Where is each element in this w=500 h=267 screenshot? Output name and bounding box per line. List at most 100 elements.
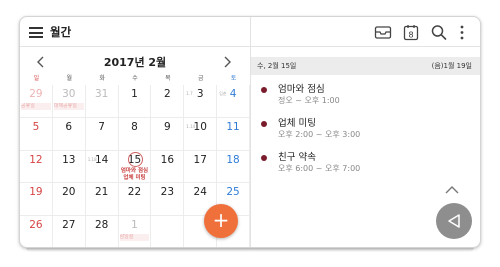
view-title: 월간 [50,25,72,39]
day-cell[interactable]: 22 [118,183,152,217]
lunar-date: 1.18 [87,156,97,162]
day-cell[interactable]: 1 [118,85,152,118]
day-number: 24 [193,186,207,199]
weekday-label: 수 [132,75,138,82]
day-number: 29 [29,88,43,100]
inbox-icon[interactable] [374,24,392,41]
day-cell[interactable]: 18 [217,150,250,184]
day-cell[interactable]: 17 [184,150,218,184]
weekday-label: 목 [165,75,171,82]
search-icon[interactable] [430,24,448,41]
day-number: 16 [160,153,175,166]
chevron-up-icon[interactable] [444,185,460,195]
day-cell[interactable]: 31 [85,85,119,118]
day-cell[interactable]: 8 [118,117,152,151]
day-number: 23 [160,186,175,199]
cell-event-label: 업체 미팅 [123,174,146,181]
agenda-day-header: 수, 2월 15일 (음)1월 19일 [251,57,480,75]
day-number: 13 [62,153,76,166]
event-color-dot [261,155,267,161]
day-number: 6 [65,120,73,133]
day-number: 5 [32,120,40,133]
day-cell[interactable]: 23 [151,183,185,217]
day-number: 18 [226,153,240,166]
weekday-label: 토 [230,75,237,82]
holiday-label: 공휴일 [21,103,51,110]
day-number: 26 [29,219,43,232]
day-cell[interactable]: 5 [20,117,53,151]
day-cell[interactable]: 19 [20,183,53,217]
lunar-date: 1.14 [186,123,196,129]
agenda-event[interactable]: 엄마와 점심 정오 ~ 오후 1:00 [251,77,480,111]
event-color-dot [261,121,267,127]
day-cell[interactable]: 7 [85,117,119,151]
day-cell[interactable]: 11 [217,117,250,151]
day-number: 1 [131,219,138,232]
agenda-event[interactable]: 업체 미팅 오후 2:00 ~ 오후 3:00 [251,111,480,145]
day-cell[interactable]: 6 [52,117,86,151]
day-cell[interactable]: 4 입춘 [217,85,250,118]
weekday-label: 일 [33,75,40,82]
menu-icon[interactable] [29,27,43,38]
calendar-today-icon[interactable]: 8 [402,24,420,41]
month-navigation: 2017년 2월 [20,47,250,75]
event-title: 엄마와 점심 [278,84,325,95]
day-cell[interactable]: 29 공휴일 [20,85,53,118]
day-number: 30 [62,88,76,100]
back-button[interactable] [436,203,472,239]
event-title: 친구 약속 [278,152,316,163]
lunar-date: 입춘 [219,91,227,96]
weekday-label: 월 [66,75,73,82]
event-time: 정오 ~ 오후 1:00 [278,96,340,105]
day-cell[interactable]: 10 1.14 [184,117,218,151]
add-event-button[interactable]: + [204,204,238,238]
day-cell[interactable]: 28 [86,216,119,247]
holiday-label: 삼일절 [119,234,150,242]
day-number: 12 [29,153,43,166]
event-time: 오후 6:00 ~ 오후 7:00 [278,164,361,173]
day-cell[interactable]: 30 대체공휴일 [52,85,86,118]
day-number: 21 [94,186,109,199]
day-cell[interactable]: 14 1.18 [85,150,119,184]
today-indicator [127,151,143,167]
day-number: 19 [29,186,43,199]
day-cell[interactable]: 12 [20,150,53,184]
day-cell[interactable]: 16 [151,150,185,184]
event-color-dot [261,87,267,93]
day-cell[interactable]: 26 [20,216,53,247]
day-cell[interactable]: 21 [85,183,119,217]
agenda-date: 수, 2월 15일 [257,62,297,70]
day-number: 11 [226,120,240,133]
cell-event-label: 엄마와 점심 [120,167,149,174]
weekday-label: 화 [99,75,105,82]
event-time: 오후 2:00 ~ 오후 3:00 [278,130,361,139]
month-title[interactable]: 2017년 2월 [20,54,250,70]
day-number: 1 [131,88,138,100]
day-cell[interactable]: 9 [151,117,185,151]
day-number: 7 [98,120,105,133]
day-cell[interactable] [151,216,185,247]
weekday-header: 일 월 화 수 목 금 토 [20,73,250,85]
day-cell[interactable]: 13 [52,150,86,184]
agenda-lunar-date: (음)1월 19일 [431,62,472,70]
day-number: 20 [62,186,76,199]
day-cell[interactable]: 3 1.7 [184,85,218,118]
calendar-app: 월간 8 2017년 2월 일 월 화 수 목 금 토 29 공휴일 30 대체… [19,16,481,248]
day-number: 8 [131,120,138,133]
chevron-right-icon[interactable] [221,55,233,69]
agenda-event[interactable]: 친구 약속 오후 6:00 ~ 오후 7:00 [251,145,480,179]
day-cell[interactable]: 27 [53,216,86,247]
day-number: 22 [127,186,142,199]
day-cell[interactable]: 15 엄마와 점심 업체 미팅 [118,150,152,184]
day-number: 9 [164,120,171,133]
weekday-label: 금 [197,75,204,82]
holiday-label: 대체공휴일 [53,103,84,110]
more-vert-icon[interactable] [457,24,467,41]
day-cell[interactable]: 20 [52,183,86,217]
back-icon [448,214,460,228]
day-cell[interactable]: 1 삼일절 [119,216,152,247]
day-cell[interactable]: 2 [151,85,185,118]
day-number: 31 [94,88,109,100]
lunar-date: 1.7 [186,91,193,96]
day-number: 2 [164,88,171,100]
